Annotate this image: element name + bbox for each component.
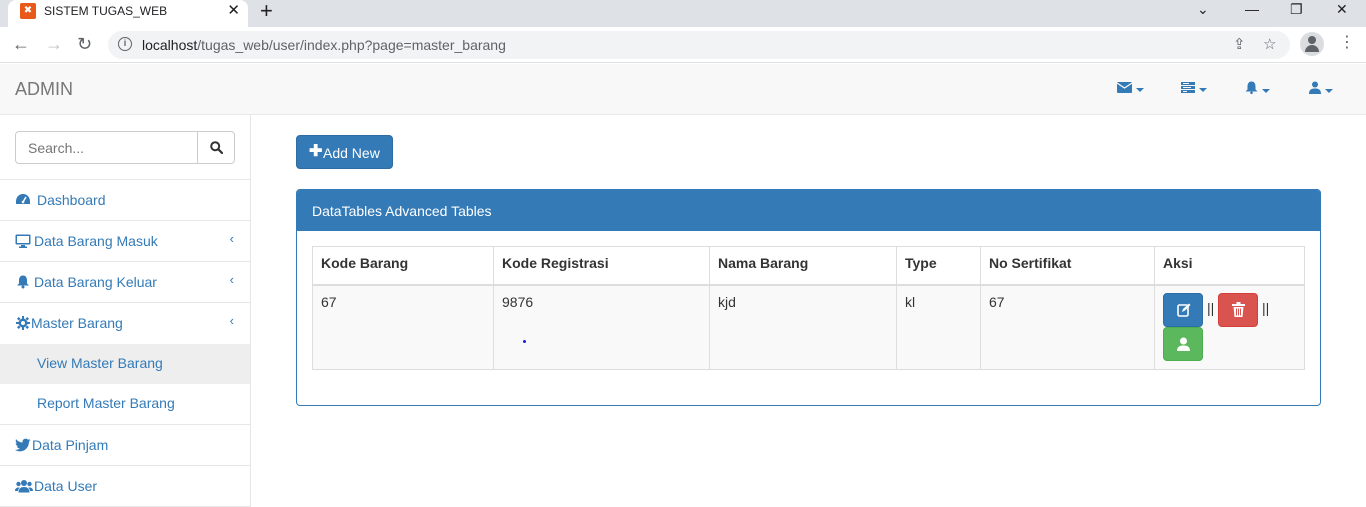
user-dropdown[interactable] bbox=[1309, 81, 1333, 97]
bell-icon bbox=[1245, 81, 1258, 95]
url-text[interactable]: localhost/tugas_web/user/index.php?page=… bbox=[142, 37, 506, 53]
users-icon bbox=[15, 480, 33, 493]
app-navbar: ADMIN bbox=[0, 64, 1366, 115]
sidebar-item-label: Data Barang Keluar bbox=[34, 274, 157, 290]
messages-dropdown[interactable] bbox=[1116, 81, 1144, 96]
trash-icon bbox=[1232, 302, 1245, 317]
dashboard-icon bbox=[16, 194, 30, 204]
chevron-left-icon: ‹ bbox=[229, 272, 234, 287]
site-info-icon[interactable]: i bbox=[118, 37, 132, 51]
sidebar-item-label: Data User bbox=[34, 478, 98, 494]
column-header-nama-barang[interactable]: Nama Barang bbox=[709, 246, 897, 286]
column-header-type[interactable]: Type bbox=[896, 246, 981, 286]
sidebar-subitem-label: Report Master Barang bbox=[37, 395, 175, 411]
envelope-icon bbox=[1116, 82, 1133, 93]
sidebar-subitem-view-master-barang[interactable]: View Master Barang bbox=[0, 344, 250, 384]
sidebar-search bbox=[0, 115, 250, 180]
edit-icon bbox=[1177, 303, 1191, 317]
plus-icon: ✚ bbox=[309, 143, 323, 160]
browser-tab[interactable]: ✖ SISTEM TUGAS_WEB ✕ bbox=[8, 0, 248, 27]
sidebar-item-data-user[interactable]: Data User bbox=[0, 466, 250, 507]
browser-toolbar: ← → ↻ i localhost/tugas_web/user/index.p… bbox=[0, 27, 1366, 63]
column-header-no-sertifikat[interactable]: No Sertifikat bbox=[980, 246, 1155, 286]
chevron-left-icon: ‹ bbox=[229, 231, 234, 246]
new-tab-button[interactable]: + bbox=[260, 0, 273, 23]
reload-button[interactable]: ↻ bbox=[77, 33, 92, 55]
close-window-button[interactable]: ✕ bbox=[1336, 0, 1348, 18]
cell-no-sertifikat: 67 bbox=[980, 284, 1155, 370]
browser-menu-icon[interactable]: ⋮ bbox=[1339, 34, 1355, 52]
chevron-left-icon: ‹ bbox=[229, 313, 234, 328]
column-header-aksi: Aksi bbox=[1154, 246, 1305, 286]
sidebar-item-label: Dashboard bbox=[37, 192, 106, 208]
browser-tab-strip: ✖ SISTEM TUGAS_WEB ✕ + ⌄ — ❐ ✕ bbox=[0, 0, 1366, 27]
sidebar-item-data-barang-masuk[interactable]: Data Barang Masuk ‹ bbox=[0, 221, 250, 262]
add-new-label: Add New bbox=[323, 145, 380, 161]
delete-button[interactable] bbox=[1218, 293, 1258, 327]
back-button[interactable]: ← bbox=[12, 33, 30, 55]
bookmark-star-icon[interactable]: ☆ bbox=[1263, 35, 1276, 53]
caret-down-icon bbox=[1136, 87, 1144, 92]
cell-nama-barang: kjd bbox=[709, 284, 897, 370]
desktop-icon bbox=[15, 234, 31, 248]
add-new-button[interactable]: ✚ Add New bbox=[296, 135, 393, 169]
tasks-icon bbox=[1181, 82, 1195, 93]
search-input[interactable] bbox=[15, 131, 198, 164]
twitter-icon bbox=[15, 438, 31, 452]
restore-button[interactable]: ❐ bbox=[1290, 0, 1303, 18]
action-separator: || bbox=[1207, 300, 1215, 316]
sidebar-item-label: Data Pinjam bbox=[32, 437, 109, 453]
brand-title[interactable]: ADMIN bbox=[15, 79, 73, 100]
action-separator: || bbox=[1262, 300, 1270, 316]
sidebar-item-master-barang[interactable]: Master Barang ‹ bbox=[0, 303, 250, 344]
sidebar-item-data-pinjam[interactable]: Data Pinjam bbox=[0, 425, 250, 466]
minimize-button[interactable]: — bbox=[1245, 0, 1259, 18]
profile-avatar-icon[interactable] bbox=[1300, 32, 1324, 56]
sidebar-item-data-barang-keluar[interactable]: Data Barang Keluar ‹ bbox=[0, 262, 250, 303]
xampp-favicon-icon: ✖ bbox=[20, 3, 36, 19]
edit-button[interactable] bbox=[1163, 293, 1203, 327]
table-header-row: Kode Barang Kode Registrasi Nama Barang … bbox=[312, 246, 1305, 286]
sidebar-item-dashboard[interactable]: Dashboard bbox=[0, 180, 250, 221]
tab-search-chevron-icon[interactable]: ⌄ bbox=[1197, 0, 1209, 18]
alerts-dropdown[interactable] bbox=[1245, 81, 1270, 97]
forward-button[interactable]: → bbox=[45, 33, 63, 55]
caret-down-icon bbox=[1199, 87, 1207, 92]
table-row: 67 9876 kjd kl 67 bbox=[312, 284, 1305, 370]
tab-close-icon[interactable]: ✕ bbox=[227, 2, 240, 20]
sidebar-item-label: Data Barang Masuk bbox=[34, 233, 158, 249]
sidebar-subitem-report-master-barang[interactable]: Report Master Barang bbox=[0, 384, 250, 425]
panel-title: DataTables Advanced Tables bbox=[312, 203, 492, 219]
search-icon bbox=[210, 141, 223, 154]
master-barang-table: Kode Barang Kode Registrasi Nama Barang … bbox=[312, 246, 1305, 370]
cell-type: kl bbox=[896, 284, 981, 370]
tab-title: SISTEM TUGAS_WEB bbox=[44, 4, 168, 18]
caret-down-icon bbox=[1325, 88, 1333, 93]
cell-kode-barang: 67 bbox=[312, 284, 494, 370]
sidebar-subitem-label: View Master Barang bbox=[37, 355, 163, 371]
tasks-dropdown[interactable] bbox=[1181, 81, 1207, 96]
column-header-kode-registrasi[interactable]: Kode Registrasi bbox=[493, 246, 710, 286]
cursor-dot bbox=[523, 340, 526, 343]
search-button[interactable] bbox=[197, 131, 235, 164]
user-icon bbox=[1177, 337, 1190, 351]
gear-icon bbox=[16, 316, 30, 330]
sidebar: Dashboard Data Barang Masuk ‹ Data Baran… bbox=[0, 115, 251, 507]
bell-icon bbox=[17, 275, 29, 289]
column-header-kode-barang[interactable]: Kode Barang bbox=[312, 246, 494, 286]
sidebar-item-label: Master Barang bbox=[31, 315, 123, 331]
panel-heading: DataTables Advanced Tables bbox=[297, 190, 1320, 231]
user-icon bbox=[1309, 81, 1321, 94]
share-icon[interactable]: ⇪ bbox=[1233, 35, 1246, 53]
user-detail-button[interactable] bbox=[1163, 327, 1203, 361]
address-bar[interactable]: i localhost/tugas_web/user/index.php?pag… bbox=[108, 31, 1290, 59]
cell-kode-registrasi: 9876 bbox=[493, 284, 710, 370]
caret-down-icon bbox=[1262, 88, 1270, 93]
